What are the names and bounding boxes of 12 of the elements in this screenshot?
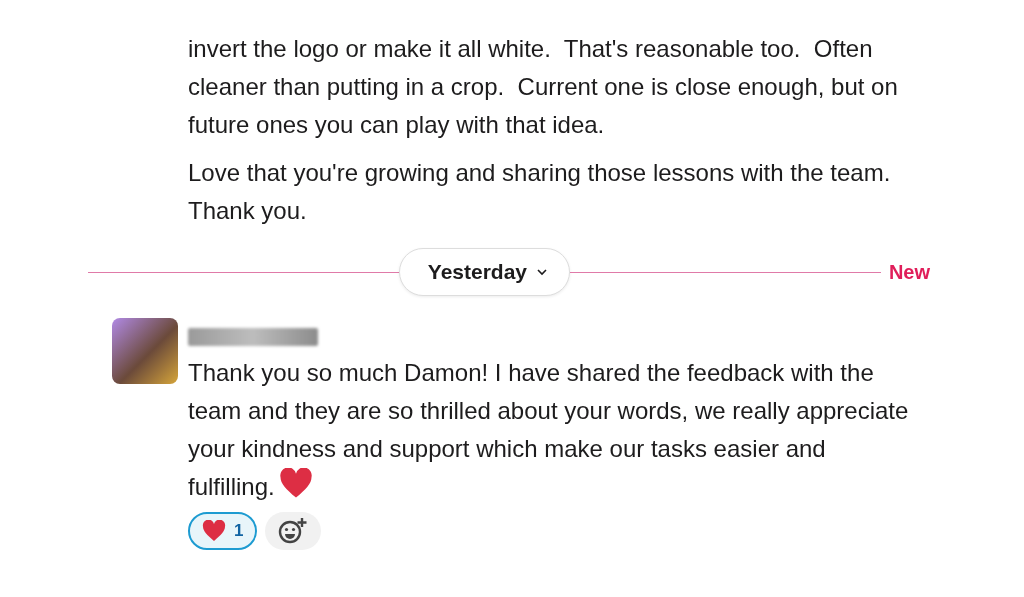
reaction-button[interactable]: 1 — [188, 512, 258, 550]
heart-icon — [278, 468, 313, 499]
message-paragraph: Love that you're growing and sharing those lessons with the team. Thank you. — [188, 158, 892, 226]
new-messages-label: New — [888, 260, 930, 284]
chevron-down-icon — [537, 268, 548, 276]
add-emoji-icon — [278, 517, 309, 545]
message-text: Thank you so much Damon! I have shared the feedback with the team and they are so thrilled about your words, we really appreciate your kindness and support which make our tasks easier and fulfilling. — [188, 358, 910, 502]
heart-icon — [202, 520, 226, 542]
add-reaction-button[interactable] — [265, 512, 322, 550]
message-paragraph: invert the logo or make it all white. That's reasonable too. Often cleaner than putting in a crop. Current one is close enough, but on future ones you can play with that idea. — [188, 34, 899, 140]
date-divider-button[interactable]: Yesterday — [398, 248, 571, 296]
avatar-placeholder — [112, 318, 178, 384]
